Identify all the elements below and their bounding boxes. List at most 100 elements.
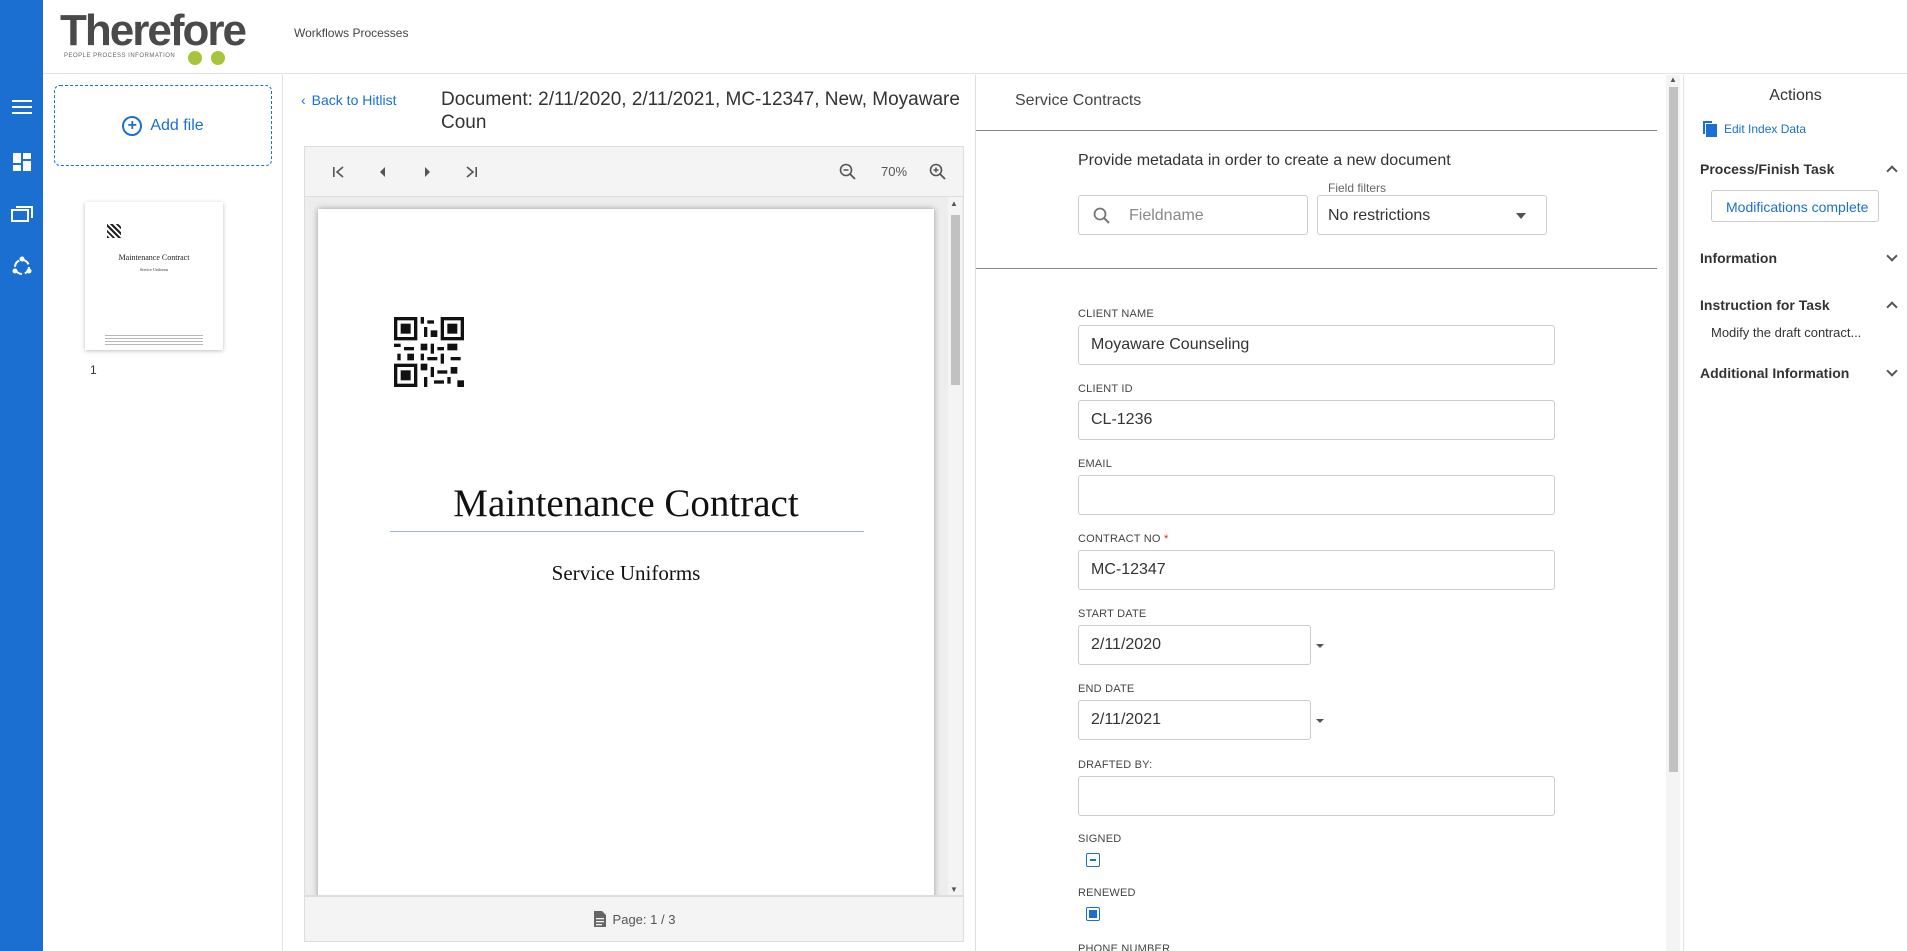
logo-dot [188, 51, 202, 65]
scroll-up-arrow-icon[interactable]: ▲ [1669, 75, 1677, 84]
start-date-field[interactable]: 2/11/2020 [1078, 625, 1311, 665]
page-title: Maintenance Contract [453, 482, 799, 525]
viewer-footer: Page: 1 / 3 [304, 896, 964, 942]
page-thumbnail[interactable]: Maintenance Contract Service Uniforms 1 [85, 202, 223, 377]
viewer-scrollbar[interactable]: ▲ ▼ [948, 197, 962, 895]
thumbnail-subtitle: Service Uniforms [139, 267, 169, 272]
instruction-for-task-section[interactable]: Instruction for Task [1700, 297, 1898, 313]
phone-number-label: PHONE NUMBER [1078, 943, 1171, 951]
thumbnail-body-text [105, 335, 203, 345]
client-id-label: CLIENT ID [1078, 383, 1133, 395]
renewed-checkbox[interactable] [1086, 907, 1100, 921]
process-finish-task-section[interactable]: Process/Finish Task [1700, 161, 1898, 177]
actions-title: Actions [1769, 87, 1822, 104]
fieldname-search-input[interactable]: Fieldname [1078, 195, 1308, 235]
edit-index-data-link[interactable]: Edit Index Data [1702, 120, 1806, 138]
client-name-field[interactable]: Moyaware Counseling [1078, 325, 1555, 365]
viewer-toolbar: 70% [304, 146, 964, 196]
viewer-scrollbar-thumb[interactable] [951, 215, 960, 385]
end-date-field[interactable]: 2/11/2021 [1078, 700, 1311, 740]
modifications-complete-button[interactable]: Modifications complete [1711, 190, 1879, 222]
page-title-rule [390, 531, 864, 532]
chevron-down-icon [1886, 365, 1898, 377]
process-finish-task-label: Process/Finish Task [1700, 161, 1835, 177]
scroll-down-arrow-icon[interactable]: ▼ [950, 885, 958, 894]
instruction-for-task-label: Instruction for Task [1700, 297, 1830, 313]
logo-tagline: PEOPLE PROCESS INFORMATION [64, 53, 176, 59]
required-marker: * [1163, 533, 1169, 545]
contract-no-field[interactable]: MC-12347 [1078, 550, 1555, 590]
form-scrollbar[interactable]: ▲ [1666, 75, 1680, 951]
search-placeholder: Fieldname [1129, 207, 1204, 224]
actions-panel: Actions Edit Index Data Process/Finish T… [1683, 75, 1907, 951]
previous-page-icon[interactable] [371, 160, 395, 184]
email-label: EMAIL [1078, 458, 1113, 470]
zoom-out-icon[interactable] [836, 160, 860, 184]
next-page-icon[interactable] [415, 160, 439, 184]
nav-workflows-processes[interactable]: Workflows Processes [294, 26, 408, 40]
contract-no-label: CONTRACT NO * [1078, 533, 1168, 545]
field-filters-select[interactable]: No restrictions [1317, 195, 1547, 235]
viewer-canvas[interactable]: Maintenance Contract Service Uniforms ▲ … [304, 196, 964, 896]
renewed-label: RENEWED [1078, 887, 1136, 899]
folders-icon[interactable] [6, 198, 38, 230]
end-date-dropdown-icon[interactable] [1316, 719, 1324, 723]
first-page-icon[interactable] [327, 160, 351, 184]
app-root: Therefore PEOPLE PROCESS INFORMATION Wor… [0, 0, 1907, 951]
file-panel: + Add file Maintenance Contract Service … [43, 75, 283, 951]
form-instruction: Provide metadata in order to create a ne… [1078, 152, 1451, 169]
start-date-dropdown-icon[interactable] [1316, 644, 1324, 648]
contract-no-label-text: CONTRACT NO [1078, 533, 1161, 545]
information-section[interactable]: Information [1700, 250, 1898, 266]
email-field[interactable] [1078, 475, 1555, 515]
dropdown-caret-icon [1516, 213, 1526, 219]
signed-label: SIGNED [1078, 833, 1122, 845]
page-subtitle: Service Uniforms [551, 561, 701, 585]
thumbnail-qr-code [107, 224, 121, 238]
back-label: Back to Hitlist [311, 92, 397, 108]
menu-icon[interactable] [6, 91, 38, 123]
logo-dot [211, 51, 225, 65]
start-date-label: START DATE [1078, 608, 1147, 620]
additional-information-section[interactable]: Additional Information [1700, 365, 1898, 381]
logo-text: Therefore [60, 6, 247, 55]
category-title: Service Contracts [1015, 92, 1142, 109]
scroll-up-arrow-icon[interactable]: ▲ [950, 199, 958, 208]
copy-document-icon [1703, 121, 1717, 137]
last-page-icon[interactable] [459, 160, 483, 184]
chevron-down-icon [1886, 250, 1898, 262]
zoom-level: 70% [881, 164, 908, 179]
drafted-by-label: DRAFTED BY: [1078, 759, 1153, 771]
end-date-label: END DATE [1078, 683, 1135, 695]
thumbnail-page-number: 1 [90, 363, 97, 377]
add-file-button[interactable]: + Add file [54, 85, 272, 166]
therefore-logo[interactable]: Therefore PEOPLE PROCESS INFORMATION [60, 6, 260, 66]
page-indicator: Page: 1 / 3 [612, 911, 676, 927]
edit-index-data-label: Edit Index Data [1724, 122, 1807, 136]
document-viewer: ‹ Back to Hitlist Document: 2/11/2020, 2… [285, 75, 975, 951]
divider [976, 268, 1657, 269]
instruction-text: Modify the draft contract... [1711, 325, 1862, 340]
information-label: Information [1700, 250, 1777, 266]
qr-code [394, 317, 464, 387]
signed-checkbox[interactable] [1086, 853, 1100, 867]
field-filters-label: Field filters [1328, 181, 1387, 195]
zoom-in-icon[interactable] [926, 160, 950, 184]
divider [976, 130, 1657, 131]
search-icon [1093, 207, 1110, 224]
workflow-icon[interactable] [6, 251, 38, 283]
index-form-panel: Service Contracts Provide metadata in or… [975, 75, 1680, 951]
client-name-label: CLIENT NAME [1078, 308, 1154, 320]
dashboard-icon[interactable] [6, 146, 38, 178]
plus-circle-icon: + [122, 115, 143, 136]
add-file-label: Add file [150, 116, 204, 134]
document-page: Maintenance Contract Service Uniforms [318, 209, 934, 895]
top-header: Therefore PEOPLE PROCESS INFORMATION Wor… [43, 0, 1907, 74]
chevron-left-icon: ‹ [301, 92, 306, 108]
document-icon [593, 911, 606, 927]
chevron-up-icon [1886, 165, 1898, 177]
back-to-hitlist-link[interactable]: ‹ Back to Hitlist [301, 92, 396, 108]
form-scrollbar-thumb[interactable] [1669, 87, 1678, 772]
drafted-by-field[interactable] [1078, 776, 1555, 816]
client-id-field[interactable]: CL-1236 [1078, 400, 1555, 440]
